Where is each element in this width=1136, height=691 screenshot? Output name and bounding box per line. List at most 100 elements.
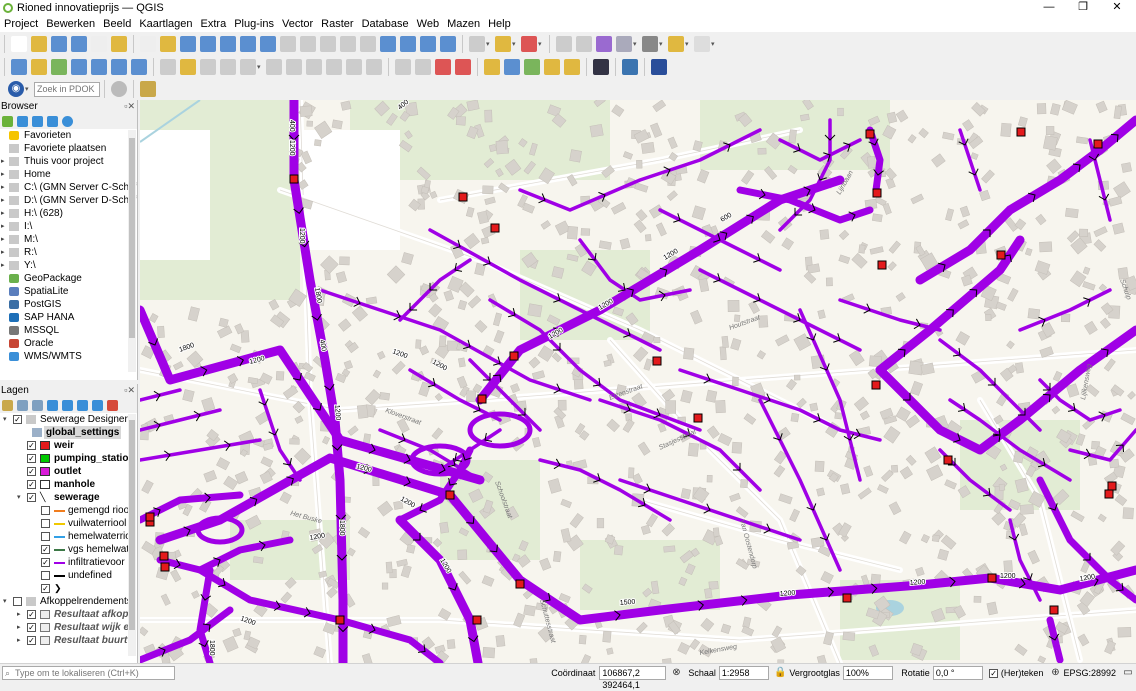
- weir-node[interactable]: [877, 260, 887, 270]
- layer-visibility-checkbox[interactable]: ✓: [41, 584, 50, 593]
- expand-arrow-icon[interactable]: ▸: [1, 168, 5, 181]
- attribute-table-icon[interactable]: [576, 36, 592, 52]
- chevron-down-icon[interactable]: ▾: [25, 85, 32, 93]
- layer-visibility-checkbox[interactable]: [41, 571, 50, 580]
- weir-node[interactable]: [1107, 481, 1117, 491]
- cut-icon[interactable]: [286, 59, 302, 75]
- expand-arrow-icon[interactable]: ▸: [1, 207, 5, 220]
- sigma-icon[interactable]: [596, 36, 612, 52]
- zoom-in-icon[interactable]: [180, 36, 196, 52]
- browser-item[interactable]: Oracle: [0, 337, 128, 350]
- layer-item[interactable]: global_settings: [0, 426, 128, 439]
- undo-icon[interactable]: [346, 59, 362, 75]
- layer-item[interactable]: ✓ manhole: [0, 478, 128, 491]
- browser-item[interactable]: GeoPackage: [0, 272, 128, 285]
- layer-item[interactable]: ▾ ✓ Sewerage Designer: [0, 413, 128, 426]
- expand-all-icon[interactable]: [77, 400, 88, 411]
- new-map-view-icon[interactable]: [340, 36, 356, 52]
- menu-kaartlagen[interactable]: Kaartlagen: [135, 17, 196, 32]
- menu-bewerken[interactable]: Bewerken: [42, 17, 99, 32]
- layer-item[interactable]: ✓ pumping_station: [0, 452, 135, 465]
- layer-item[interactable]: vuilwaterriool: [0, 517, 128, 530]
- save-as-icon[interactable]: [71, 36, 87, 52]
- weir-node[interactable]: [159, 551, 169, 561]
- zoom-next-icon[interactable]: [320, 36, 336, 52]
- expand-arrow-icon[interactable]: ▸: [1, 220, 5, 233]
- weir-node[interactable]: [987, 573, 997, 583]
- layer-visibility-checkbox[interactable]: [41, 532, 50, 541]
- sewer-tool-1-icon[interactable]: [484, 59, 500, 75]
- browser-item[interactable]: ▸ I:\: [0, 220, 128, 233]
- layer-item[interactable]: ✓ ❯: [0, 582, 128, 595]
- browser-item[interactable]: SAP HANA: [0, 311, 128, 324]
- weir-node[interactable]: [458, 192, 468, 202]
- expand-arrow-icon[interactable]: ▾: [3, 413, 7, 426]
- expand-arrow-icon[interactable]: ▸: [1, 194, 5, 207]
- measure-icon[interactable]: [642, 36, 658, 52]
- map-svg[interactable]: 4004004001200120018001200180040012001200…: [140, 100, 1136, 663]
- weir-node[interactable]: [509, 351, 519, 361]
- select-by-value-icon[interactable]: [495, 36, 511, 52]
- field-calc-icon[interactable]: [616, 36, 632, 52]
- select-features-icon[interactable]: [469, 36, 485, 52]
- chevron-down-icon[interactable]: ▾: [711, 40, 718, 48]
- layer-item[interactable]: ▸ ✓ Resultaat buurt: [0, 634, 128, 647]
- close-button[interactable]: ✕: [1100, 0, 1134, 16]
- layer-visibility-checkbox[interactable]: [41, 519, 50, 528]
- layer-item[interactable]: ▾ Afkoppelrendements: [0, 595, 132, 608]
- layer-item[interactable]: ✓ infiltratievoor: [0, 556, 128, 569]
- new-shapefile-icon[interactable]: [51, 59, 67, 75]
- layer-visibility-checkbox[interactable]: ✓: [41, 558, 50, 567]
- weir-node[interactable]: [477, 394, 487, 404]
- browser-item[interactable]: Favoriete plaatsen: [0, 142, 128, 155]
- layer-visibility-checkbox[interactable]: [41, 506, 50, 515]
- pan-to-selection-icon[interactable]: [160, 36, 176, 52]
- expand-arrow-icon[interactable]: ▸: [1, 155, 5, 168]
- paint-brush-icon[interactable]: [140, 81, 156, 97]
- style-icon[interactable]: [2, 400, 13, 411]
- layer-visibility-checkbox[interactable]: ✓: [27, 623, 36, 632]
- sewer-tool-3-icon[interactable]: [524, 59, 540, 75]
- expand-arrow-icon[interactable]: ▸: [1, 259, 5, 272]
- style-manager-icon[interactable]: [111, 36, 127, 52]
- browser-item[interactable]: Favorieten: [0, 129, 128, 142]
- hide-label-icon[interactable]: [455, 59, 471, 75]
- weir-node[interactable]: [943, 455, 953, 465]
- layer-visibility-checkbox[interactable]: ✓: [27, 493, 36, 502]
- weir-node[interactable]: [145, 512, 155, 522]
- layer-visibility-checkbox[interactable]: ✓: [13, 415, 22, 424]
- data-source-manager-icon[interactable]: [11, 59, 27, 75]
- layer-item[interactable]: hemelwaterriool: [0, 530, 137, 543]
- zoom-full-icon[interactable]: [220, 36, 236, 52]
- menu-vector[interactable]: Vector: [278, 17, 317, 32]
- browser-item[interactable]: ▸ C:\ (GMN Server C-Schijf E: [0, 181, 137, 194]
- browser-item[interactable]: PostGIS: [0, 298, 128, 311]
- maximize-button[interactable]: ❐: [1066, 0, 1100, 16]
- digitize-icon[interactable]: [91, 59, 107, 75]
- layer-item[interactable]: ✓ vgs hemelwat: [0, 543, 129, 556]
- layer-visibility-checkbox[interactable]: ✓: [41, 545, 50, 554]
- menu-raster[interactable]: Raster: [317, 17, 357, 32]
- toggle-coord-icon[interactable]: ⊗: [670, 667, 682, 679]
- pdok-icon[interactable]: ◉: [8, 81, 24, 97]
- weir-node[interactable]: [289, 174, 299, 184]
- weir-node[interactable]: [1093, 139, 1103, 149]
- temporal-icon[interactable]: [420, 36, 436, 52]
- menu-extra[interactable]: Extra: [197, 17, 231, 32]
- browser-item[interactable]: WMS/WMTS: [0, 350, 128, 363]
- remove-layer-icon[interactable]: [107, 400, 118, 411]
- rotation-spinbox[interactable]: 0,0 °: [932, 666, 984, 680]
- layer-item[interactable]: undefined: [0, 569, 128, 582]
- redo-icon[interactable]: [366, 59, 382, 75]
- browser-item[interactable]: ▸ D:\ (GMN Server D-Schijf: [0, 194, 136, 207]
- copy-icon[interactable]: [306, 59, 322, 75]
- open-project-icon[interactable]: [31, 36, 47, 52]
- refresh-icon[interactable]: [17, 116, 28, 127]
- layer-visibility-checkbox[interactable]: ✓: [27, 610, 36, 619]
- scale-combobox[interactable]: 1:2958: [718, 666, 770, 680]
- expression-filter-icon[interactable]: [62, 400, 73, 411]
- plugin-status-icon[interactable]: [694, 36, 710, 52]
- weir-node[interactable]: [652, 356, 662, 366]
- zoom-last-icon[interactable]: [300, 36, 316, 52]
- zoom-to-selection-icon[interactable]: [240, 36, 256, 52]
